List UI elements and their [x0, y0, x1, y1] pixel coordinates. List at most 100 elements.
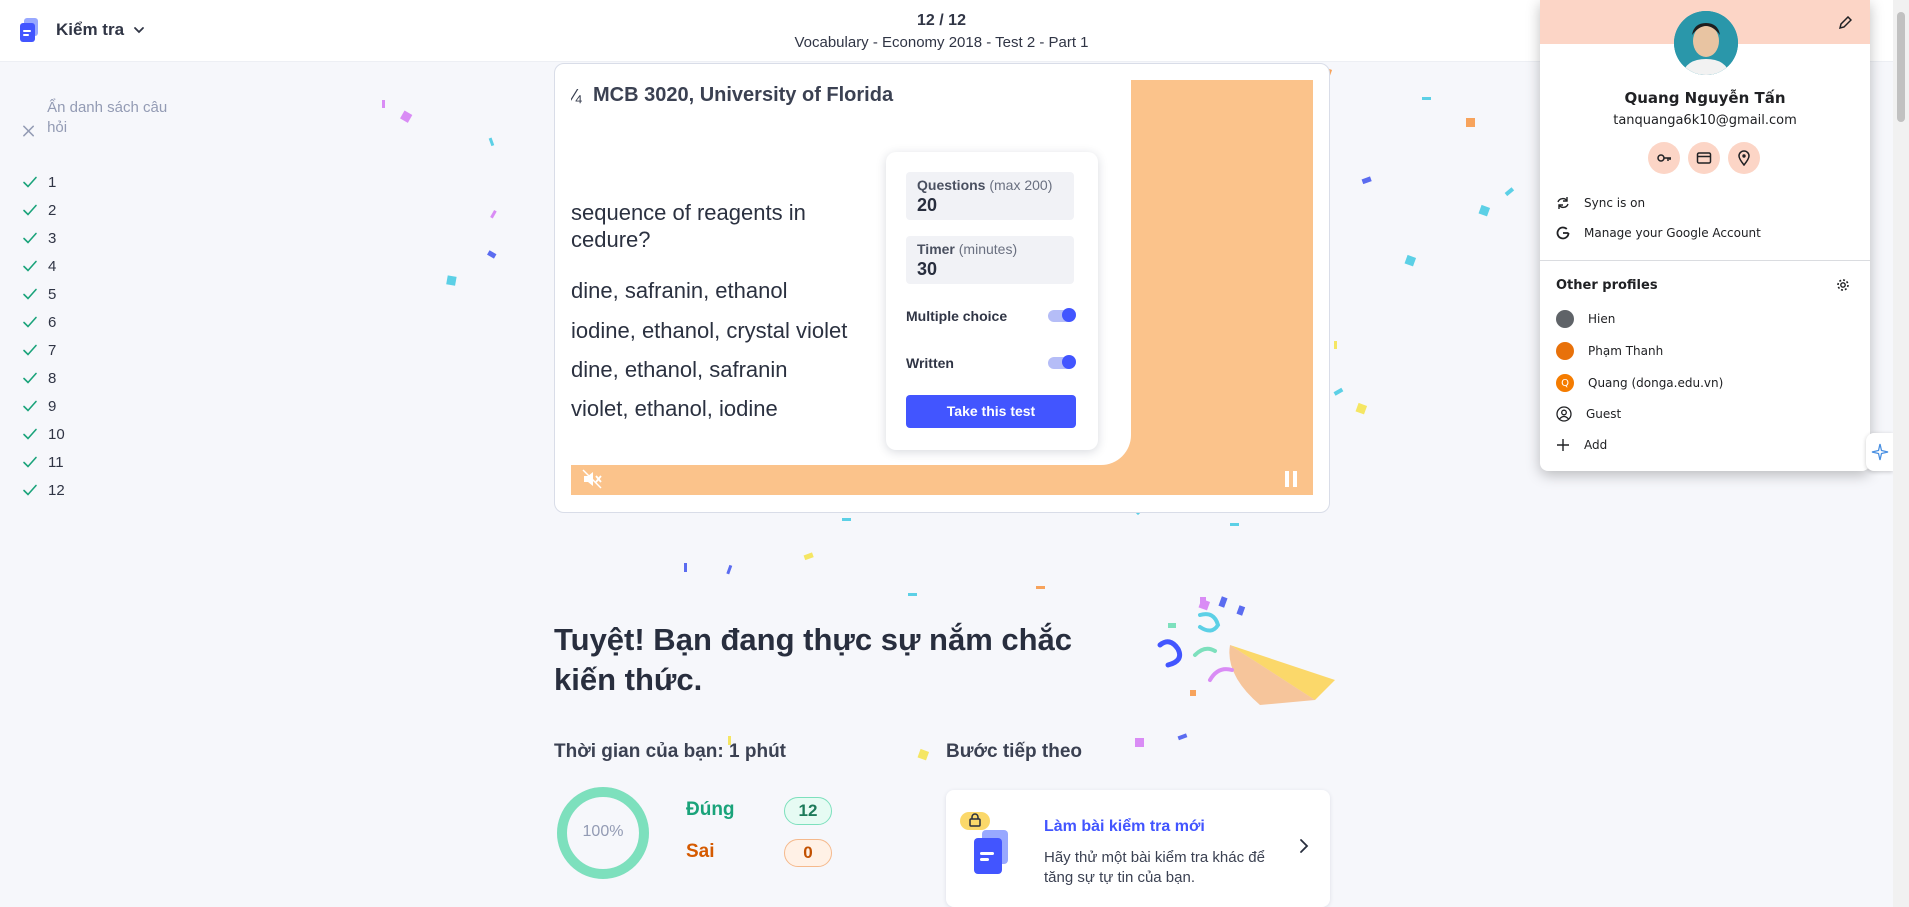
payment-card-icon[interactable] [1688, 142, 1720, 174]
add-profile-label: Add [1584, 438, 1608, 452]
mute-icon[interactable] [581, 468, 603, 490]
score-percent: 100% [582, 823, 624, 840]
other-profiles-heading: Other profiles [1556, 278, 1658, 293]
question-list-item[interactable]: 3 [22, 224, 65, 252]
ad-video-card: ¼ MCB 3020, University of Florida sequen… [554, 63, 1330, 513]
questions-count-label: Questions [917, 177, 986, 193]
question-number: 4 [48, 257, 57, 275]
question-number: 3 [48, 229, 57, 247]
passwords-key-icon[interactable] [1648, 142, 1680, 174]
video-slide: ¼ MCB 3020, University of Florida sequen… [571, 80, 1131, 465]
question-number: 5 [48, 285, 57, 303]
question-list-item[interactable]: 7 [22, 336, 65, 364]
profile-item-pham-thanh[interactable]: Phạm Thanh [1556, 342, 1663, 360]
question-number: 12 [48, 481, 65, 499]
question-list-item[interactable]: 11 [22, 448, 65, 476]
new-test-description: Hãy thử một bài kiểm tra khác để tăng sự… [1044, 849, 1265, 886]
result-headline: Tuyệt! Bạn đang thực sự nắm chắc kiến th… [554, 622, 1073, 697]
document-lock-icon [960, 812, 1008, 874]
questions-count-field: Questions (max 200) 20 [906, 172, 1074, 220]
scrollbar-thumb[interactable] [1897, 12, 1905, 122]
check-icon [23, 176, 37, 188]
profile-avatar-small: Q [1556, 374, 1574, 392]
multiple-choice-row: Multiple choice [906, 308, 1076, 324]
add-profile-item[interactable]: Add [1556, 438, 1607, 452]
check-icon [23, 288, 37, 300]
ad-video[interactable]: ¼ MCB 3020, University of Florida sequen… [571, 80, 1313, 495]
correct-label: Đúng [686, 799, 735, 820]
check-icon [23, 344, 37, 356]
profile-item-quang-donga[interactable]: Q Quang (donga.edu.vn) [1556, 374, 1723, 392]
question-list-item[interactable]: 10 [22, 420, 65, 448]
sync-icon [1557, 197, 1569, 209]
browser-profile-menu: Quang Nguyễn Tấn tanquanga6k10@gmail.com… [1540, 0, 1870, 471]
hide-question-list-button[interactable]: Ẩn danh sách câu hỏi [22, 98, 182, 138]
question-number: 11 [48, 453, 64, 471]
profile-item-label: Hien [1588, 312, 1616, 326]
page-scrollbar[interactable] [1893, 0, 1909, 907]
question-number: 10 [48, 425, 65, 443]
slide-option-line: dine, ethanol, safranin [571, 357, 788, 382]
sync-status-item[interactable]: Sync is on [1556, 196, 1645, 210]
written-toggle [1048, 355, 1076, 369]
check-icon [23, 400, 37, 412]
slide-option-line: dine, safranin, ethanol [571, 278, 788, 303]
questions-count-hint: (max 200) [989, 177, 1053, 193]
question-list-item[interactable]: 5 [22, 280, 65, 308]
take-test-button: Take this test [906, 395, 1076, 428]
sync-status-label: Sync is on [1584, 196, 1646, 210]
question-list-item[interactable]: 8 [22, 364, 65, 392]
question-list-item[interactable]: 4 [22, 252, 65, 280]
profile-avatar-small [1556, 342, 1574, 360]
check-icon [23, 316, 37, 328]
close-icon [23, 125, 34, 137]
check-icon [23, 204, 37, 216]
sparkle-icon[interactable] [1866, 433, 1893, 471]
question-list-item[interactable]: 1 [22, 168, 65, 196]
manage-google-account-item[interactable]: Manage your Google Account [1556, 226, 1761, 240]
profile-avatar [1674, 11, 1738, 75]
plus-icon [1557, 439, 1569, 451]
profile-item-hien[interactable]: Hien [1556, 310, 1615, 328]
check-icon [23, 260, 37, 272]
written-label: Written [906, 355, 954, 371]
question-number: 9 [48, 397, 57, 415]
check-icon [23, 484, 37, 496]
edit-pencil-icon[interactable] [1838, 16, 1852, 30]
check-icon [23, 372, 37, 384]
multiple-choice-toggle [1048, 308, 1076, 322]
question-list-item[interactable]: 12 [22, 476, 65, 504]
hide-question-list-label: Ẩn danh sách câu hỏi [47, 99, 168, 136]
new-test-card[interactable]: Làm bài kiểm tra mới Hãy thử một bài kiể… [946, 790, 1330, 907]
check-icon [23, 428, 37, 440]
addresses-location-icon[interactable] [1728, 142, 1760, 174]
question-number: 7 [48, 341, 57, 359]
guest-profile-label: Guest [1586, 407, 1622, 421]
timer-field: Timer (minutes) 30 [906, 236, 1074, 284]
slide-header-mark: ¼ [571, 86, 582, 109]
your-time-label: Thời gian của bạn: 1 phút [554, 741, 787, 762]
slide-header: MCB 3020, University of Florida [593, 84, 894, 106]
question-number: 8 [48, 369, 57, 387]
question-number: 2 [48, 201, 57, 219]
question-list-item[interactable]: 9 [22, 392, 65, 420]
pause-icon[interactable] [1283, 470, 1299, 488]
manage-google-account-label: Manage your Google Account [1584, 226, 1761, 240]
slide-option-line: violet, ethanol, iodine [571, 396, 778, 421]
timer-label: Timer [917, 241, 955, 257]
question-list-item[interactable]: 6 [22, 308, 65, 336]
guest-profile-item[interactable]: Guest [1556, 406, 1621, 422]
profile-item-label: Phạm Thanh [1588, 344, 1664, 358]
slide-question-line: sequence of reagents in [571, 200, 806, 225]
question-number: 1 [48, 173, 57, 191]
gear-icon[interactable] [1836, 278, 1850, 292]
profile-name: Quang Nguyễn Tấn [1624, 89, 1786, 107]
profile-item-label: Quang (donga.edu.vn) [1588, 376, 1724, 390]
profile-avatar-small [1556, 310, 1574, 328]
multiple-choice-label: Multiple choice [906, 308, 1008, 324]
question-list-item[interactable]: 2 [22, 196, 65, 224]
check-icon [23, 232, 37, 244]
party-popper-icon [1157, 596, 1335, 705]
next-steps-label: Bước tiếp theo [946, 741, 1082, 762]
question-list: 1 2 3 4 5 6 7 8 9 10 11 12 [22, 168, 65, 504]
